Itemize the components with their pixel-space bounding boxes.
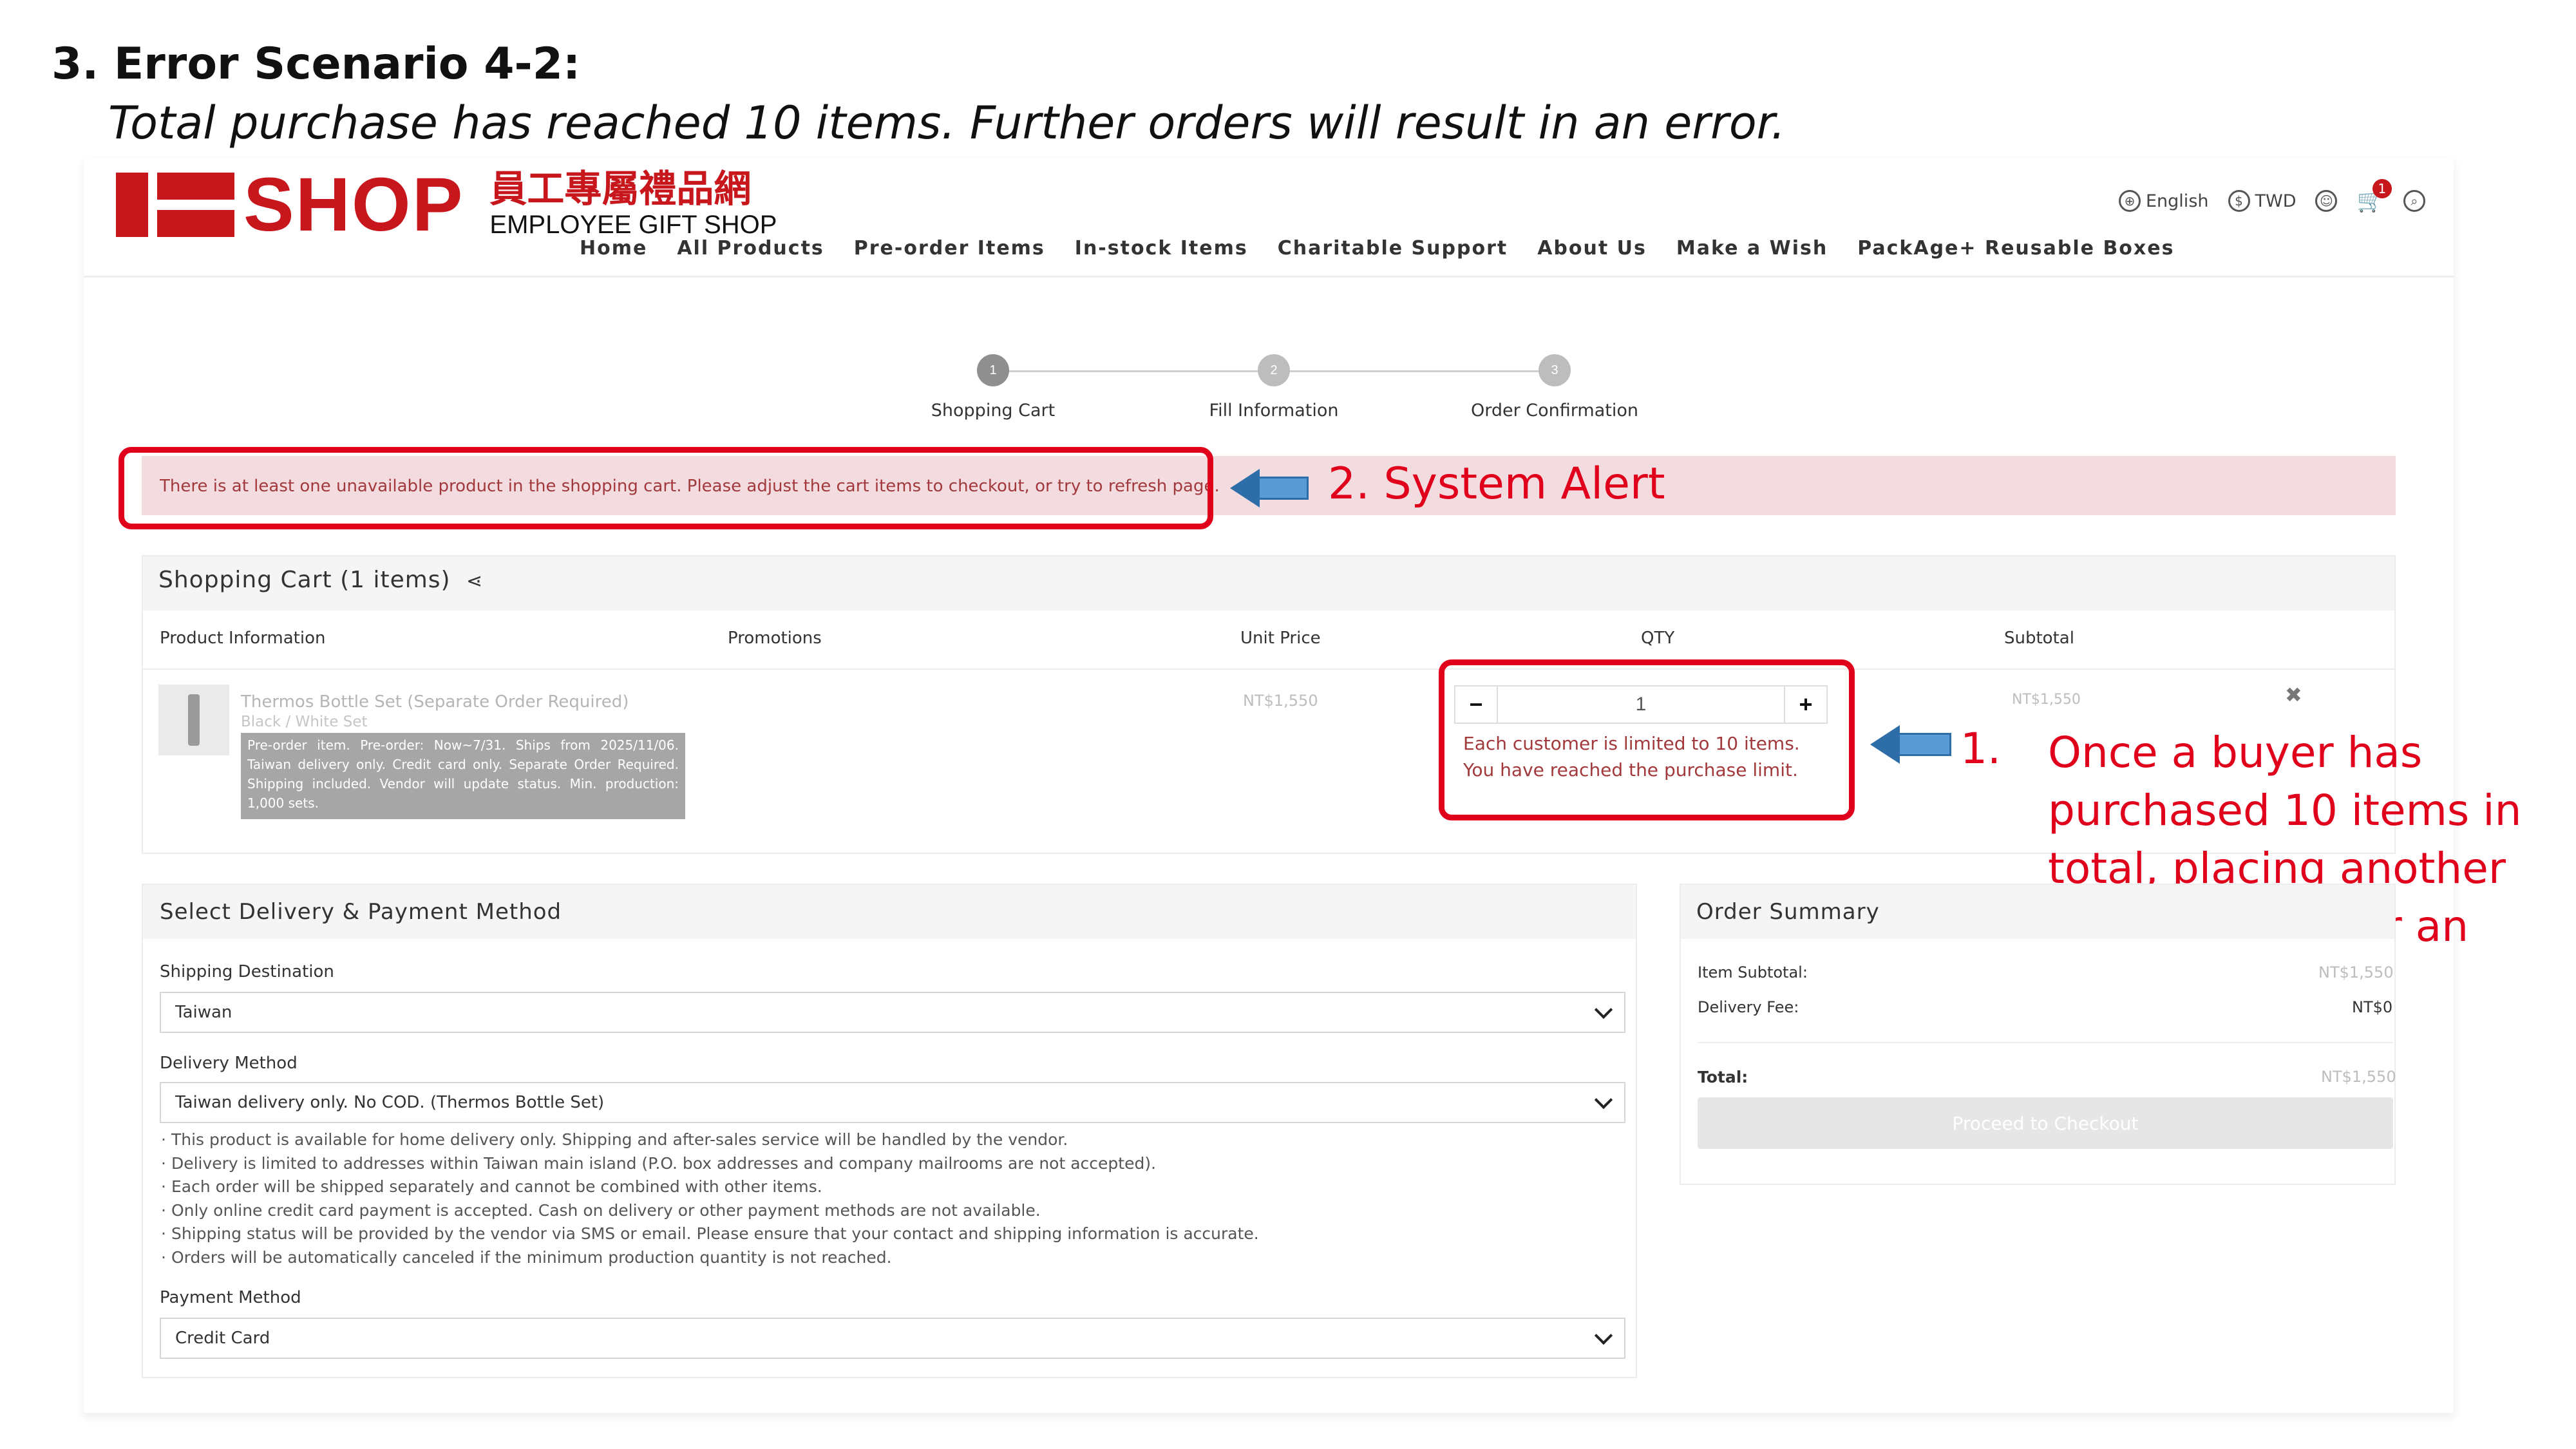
proceed-to-checkout-button[interactable]: Proceed to Checkout: [1698, 1097, 2393, 1149]
col-subtotal: Subtotal: [2004, 629, 2074, 648]
currency-selector[interactable]: $ TWD: [2228, 190, 2297, 212]
delivery-note: Orders will be automatically canceled if…: [161, 1246, 1259, 1270]
currency-label: TWD: [2255, 191, 2297, 211]
nav-package-boxes[interactable]: PackAge+ Reusable Boxes: [1857, 237, 2174, 260]
product-variant: Black / White Set: [241, 714, 368, 730]
payment-method-value: Credit Card: [175, 1329, 270, 1348]
cart-title: Shopping Cart (1 items) ⋖: [158, 567, 483, 593]
site-logo[interactable]: SHOP 員工專屬禮品網 EMPLOYEE GIFT SHOP: [116, 162, 777, 247]
delivery-note: Each order will be shipped separately an…: [161, 1175, 1259, 1199]
item-subtotal-label: Item Subtotal:: [1698, 963, 1808, 981]
globe-icon: ⊕: [2119, 190, 2141, 212]
total-label: Total:: [1698, 1068, 1748, 1086]
delivery-method-select[interactable]: Taiwan delivery only. No COD. (Thermos B…: [160, 1082, 1625, 1123]
summary-divider: [1698, 1042, 2393, 1043]
delivery-note: Delivery is limited to addresses within …: [161, 1152, 1259, 1176]
nav-home[interactable]: Home: [580, 237, 647, 260]
language-label: English: [2146, 191, 2209, 211]
logo-mark: [157, 173, 234, 237]
annotation-line-2: purchased 10 items in: [2048, 786, 2522, 835]
nav-make-a-wish[interactable]: Make a Wish: [1676, 237, 1828, 260]
delivery-notes: This product is available for home deliv…: [161, 1128, 1259, 1269]
logo-subtitle: 員工專屬禮品網 EMPLOYEE GIFT SHOP: [489, 169, 777, 241]
delivery-note: Shipping status will be provided by the …: [161, 1222, 1259, 1246]
step-2-dot: 2: [1258, 354, 1290, 386]
row-subtotal: NT$1,550: [2012, 692, 2081, 708]
search-icon[interactable]: ⌕: [2403, 190, 2425, 212]
delivery-fee-label: Delivery Fee:: [1698, 998, 1799, 1016]
col-qty: QTY: [1641, 629, 1675, 648]
logo-chinese-name: 員工專屬禮品網: [489, 167, 752, 211]
nav-in-stock-items[interactable]: In-stock Items: [1075, 237, 1248, 260]
alert-highlight-box: [118, 447, 1213, 529]
cart-badge: 1: [2372, 179, 2392, 198]
header-divider: [84, 276, 2454, 278]
main-nav: Home All Products Pre-order Items In-sto…: [580, 237, 2174, 260]
nav-all-products[interactable]: All Products: [677, 237, 824, 260]
item-subtotal-value: NT$1,550: [2318, 963, 2394, 981]
payment-method-select[interactable]: Credit Card: [160, 1318, 1625, 1359]
product-name[interactable]: Thermos Bottle Set (Separate Order Requi…: [241, 692, 629, 712]
step-2-label: Fill Information: [1209, 401, 1339, 421]
total-value: NT$1,550: [2321, 1068, 2396, 1086]
step-connector-1: [993, 370, 1274, 372]
nav-charitable-support[interactable]: Charitable Support: [1278, 237, 1508, 260]
delivery-method-label: Delivery Method: [160, 1054, 298, 1073]
slide-subtitle: Total purchase has reached 10 items. Fur…: [108, 97, 1786, 149]
annotation-system-alert: 2. System Alert: [1328, 459, 1665, 509]
order-summary-title: Order Summary: [1696, 899, 1880, 925]
table-header-divider: [143, 668, 2394, 670]
delivery-fee-value: NT$0: [2352, 998, 2393, 1016]
step-3-dot: 3: [1539, 354, 1571, 386]
step-connector-2: [1274, 370, 1555, 372]
shipping-destination-label: Shipping Destination: [160, 962, 334, 981]
col-product: Product Information: [160, 629, 326, 648]
payment-method-label: Payment Method: [160, 1288, 301, 1307]
user-icon[interactable]: ☺: [2315, 190, 2338, 212]
chevron-down-icon: [1594, 1326, 1613, 1345]
shipping-destination-select[interactable]: Taiwan: [160, 992, 1625, 1033]
col-unit-price: Unit Price: [1240, 629, 1321, 648]
header-utilities: ⊕ English $ TWD ☺ 🛒 1 ⌕: [2119, 179, 2425, 214]
delivery-note: This product is available for home deliv…: [161, 1128, 1259, 1152]
qty-error-highlight-box: [1439, 659, 1855, 820]
annotation-line-1: Once a buyer has: [2048, 728, 2423, 777]
product-note: Pre-order item. Pre-order: Now~7/31. Shi…: [241, 733, 685, 819]
unit-price: NT$1,550: [1243, 692, 1318, 710]
annotation-number-1: 1.: [1960, 724, 2001, 773]
delivery-panel-title: Select Delivery & Payment Method: [160, 899, 562, 925]
cart-title-text: Shopping Cart (1 items): [158, 567, 451, 593]
shipping-destination-value: Taiwan: [175, 1003, 232, 1022]
col-promotions: Promotions: [728, 629, 822, 648]
dollar-icon: $: [2228, 190, 2250, 212]
chevron-down-icon: [1594, 1000, 1613, 1019]
logo-text: SHOP: [243, 162, 464, 247]
nav-pre-order-items[interactable]: Pre-order Items: [854, 237, 1045, 260]
step-1-dot: 1: [977, 354, 1009, 386]
delivery-note: Only online credit card payment is accep…: [161, 1199, 1259, 1223]
nav-about-us[interactable]: About Us: [1537, 237, 1647, 260]
arrow-left-icon-2: [1870, 725, 1951, 764]
delivery-method-value: Taiwan delivery only. No COD. (Thermos B…: [175, 1093, 605, 1112]
step-3-label: Order Confirmation: [1471, 401, 1638, 421]
slide-title: 3. Error Scenario 4-2:: [52, 39, 581, 90]
chevron-down-icon: [1594, 1090, 1613, 1110]
product-image[interactable]: [158, 685, 229, 755]
remove-item-icon[interactable]: ✖: [2285, 683, 2302, 707]
language-selector[interactable]: ⊕ English: [2119, 190, 2209, 212]
logo-english-name: EMPLOYEE GIFT SHOP: [489, 211, 777, 239]
arrow-left-icon: [1230, 469, 1309, 507]
logo-i-bar: [116, 173, 148, 237]
share-icon[interactable]: ⋖: [466, 570, 483, 592]
step-1-label: Shopping Cart: [931, 401, 1056, 421]
cart-icon[interactable]: 🛒 1: [2356, 179, 2392, 214]
